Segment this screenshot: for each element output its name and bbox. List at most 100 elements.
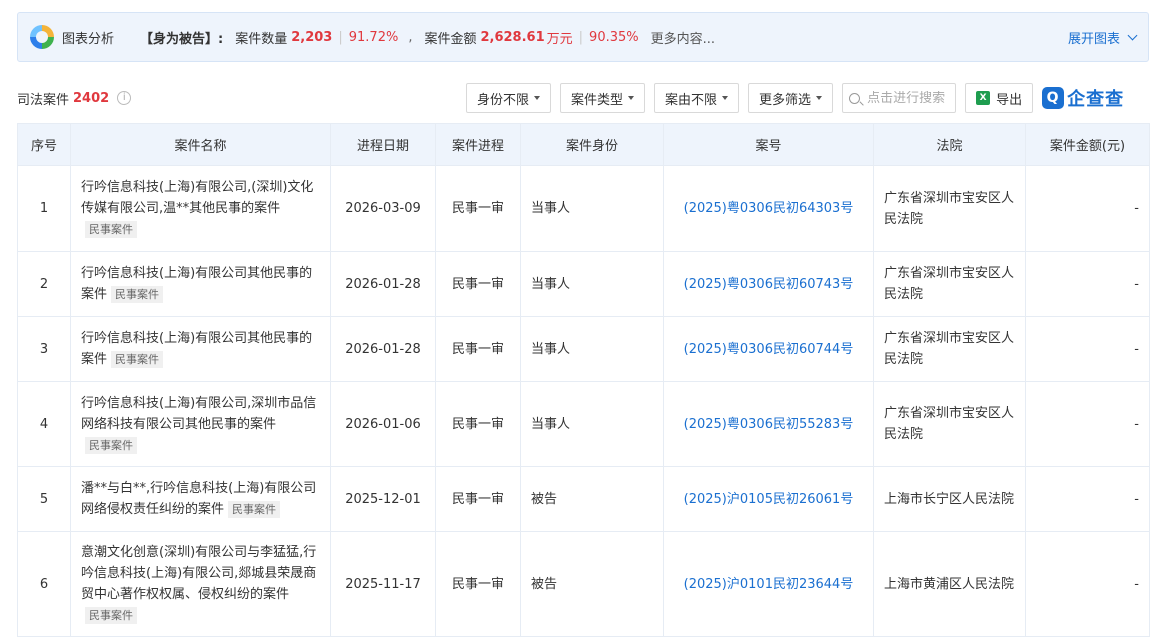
filter-case-type-dropdown[interactable]: 案件类型 (560, 83, 646, 113)
case-stage: 民事一审 (435, 531, 521, 637)
judicial-cases-table: 序号 案件名称 进程日期 案件进程 案件身份 案号 法院 案件金额(元) 1 行… (17, 123, 1150, 637)
case-type-tag: 民事案件 (85, 221, 137, 238)
table-row: 1 行吟信息科技(上海)有限公司,(深圳)文化传媒有限公司,温**其他民事的案件… (17, 165, 1150, 252)
case-name-link[interactable]: 行吟信息科技(上海)有限公司,(深圳)文化传媒有限公司,温**其他民事的案件 (81, 180, 313, 216)
divider: | (338, 29, 343, 45)
case-number-link[interactable]: (2025)沪0101民初23644号 (663, 531, 874, 637)
case-number-link[interactable]: (2025)沪0105民初26061号 (663, 466, 874, 532)
section-title: 司法案件 (17, 92, 70, 108)
filter-label: 身份不限 (477, 92, 530, 108)
row-number: 2 (17, 251, 71, 317)
table-row: 3 行吟信息科技(上海)有限公司其他民事的案件 民事案件 2026-01-28 民… (17, 316, 1150, 382)
process-date: 2026-03-09 (330, 165, 436, 252)
case-role: 当事人 (520, 165, 664, 252)
case-amount: - (1025, 381, 1150, 467)
case-amount: - (1025, 466, 1150, 532)
column-header: 案件进程 (435, 123, 521, 166)
divider: | (578, 29, 584, 45)
case-name-cell: 行吟信息科技(上海)有限公司,深圳市品信网络科技有限公司其他民事的案件民事案件 (70, 381, 331, 467)
export-button[interactable]: X 导出 (965, 83, 1034, 113)
process-date: 2025-12-01 (330, 466, 436, 532)
qichacha-logo-icon: Q (1042, 87, 1065, 109)
column-header[interactable]: 案件金额(元) (1025, 123, 1150, 166)
caret-down-icon (628, 96, 635, 100)
search-box (842, 83, 957, 113)
column-header: 序号 (17, 123, 71, 166)
case-type-tag: 民事案件 (111, 286, 164, 303)
process-date: 2026-01-28 (330, 251, 436, 317)
filter-label: 案件类型 (571, 92, 624, 108)
case-type-tag: 民事案件 (85, 607, 137, 624)
defendant-role-label: 【身为被告】: (140, 31, 224, 47)
column-header: 案件名称 (70, 123, 331, 166)
table-header-row: 序号 案件名称 进程日期 案件进程 案件身份 案号 法院 案件金额(元) (17, 123, 1150, 166)
table-row: 4 行吟信息科技(上海)有限公司,深圳市品信网络科技有限公司其他民事的案件民事案… (17, 381, 1150, 467)
column-header[interactable]: 进程日期 (330, 123, 436, 166)
court-name: 广东省深圳市宝安区人民法院 (873, 316, 1026, 382)
case-stage: 民事一审 (435, 381, 521, 467)
filter-identity-dropdown[interactable]: 身份不限 (466, 83, 552, 113)
info-icon[interactable]: i (117, 91, 132, 105)
column-header: 法院 (873, 123, 1026, 166)
case-role: 被告 (520, 531, 664, 637)
qichacha-logo-text: 企查查 (1067, 89, 1125, 110)
case-number-link[interactable]: (2025)粤0306民初60744号 (663, 316, 874, 382)
filter-cause-dropdown[interactable]: 案由不限 (654, 83, 740, 113)
case-name-link[interactable]: 行吟信息科技(上海)有限公司,深圳市品信网络科技有限公司其他民事的案件 (81, 396, 316, 432)
row-number: 1 (17, 165, 71, 252)
case-amount: - (1025, 531, 1150, 637)
case-number-link[interactable]: (2025)粤0306民初64303号 (663, 165, 874, 252)
table-row: 5 潘**与白**,行吟信息科技(上海)有限公司网络侵权责任纠纷的案件 民事案件 … (17, 466, 1150, 532)
case-amount: - (1025, 316, 1150, 382)
case-name-cell: 潘**与白**,行吟信息科技(上海)有限公司网络侵权责任纠纷的案件 民事案件 (70, 466, 331, 532)
chevron-down-icon (1127, 30, 1138, 40)
case-name-cell: 行吟信息科技(上海)有限公司其他民事的案件 民事案件 (70, 316, 331, 382)
process-date: 2025-11-17 (330, 531, 436, 637)
court-name: 上海市长宁区人民法院 (873, 466, 1026, 532)
search-input[interactable] (867, 90, 954, 106)
filter-more-dropdown[interactable]: 更多筛选 (748, 83, 834, 113)
filter-bar: 身份不限 案件类型 案由不限 更多筛选 X 导出 Q 企查查 (466, 82, 1124, 114)
court-name: 上海市黄浦区人民法院 (873, 531, 1026, 637)
case-stage: 民事一审 (435, 165, 521, 252)
court-name: 广东省深圳市宝安区人民法院 (873, 251, 1026, 317)
process-date: 2026-01-28 (330, 316, 436, 382)
case-name-link[interactable]: 潘**与白**,行吟信息科技(上海)有限公司网络侵权责任纠纷的案件 (81, 481, 316, 517)
case-role: 当事人 (520, 251, 664, 317)
case-stage: 民事一审 (435, 316, 521, 382)
caret-down-icon (816, 96, 823, 100)
filter-label: 案由不限 (665, 92, 718, 108)
case-type-tag: 民事案件 (228, 501, 281, 518)
chart-analysis-icon (30, 25, 54, 49)
column-header: 案号 (663, 123, 874, 166)
expand-chart-button[interactable]: 展开图表 (1067, 28, 1138, 47)
search-icon (849, 92, 861, 104)
case-number-link[interactable]: (2025)粤0306民初55283号 (663, 381, 874, 467)
qichacha-logo: Q 企查查 (1042, 85, 1124, 111)
caret-down-icon (534, 96, 541, 100)
case-number-link[interactable]: (2025)粤0306民初60743号 (663, 251, 874, 317)
case-count-value: 2,203 (291, 29, 333, 45)
chart-analysis-label: 图表分析 (62, 31, 115, 47)
case-amount-unit: 万元 (546, 31, 573, 47)
case-name-link[interactable]: 意潮文化创意(深圳)有限公司与李猛猛,行吟信息科技(上海)有限公司,郯城县荣晟商… (81, 545, 316, 602)
table-row: 6 意潮文化创意(深圳)有限公司与李猛猛,行吟信息科技(上海)有限公司,郯城县荣… (17, 531, 1150, 637)
column-header: 案件身份 (520, 123, 664, 166)
court-name: 广东省深圳市宝安区人民法院 (873, 165, 1026, 252)
case-amount: - (1025, 165, 1150, 252)
chart-analysis-bar: 图表分析 【身为被告】: 案件数量 2,203 | 91.72% , 案件金额 … (17, 12, 1149, 62)
expand-chart-label: 展开图表 (1067, 31, 1120, 47)
case-type-tag: 民事案件 (111, 351, 164, 368)
excel-icon: X (976, 91, 991, 105)
case-role: 当事人 (520, 316, 664, 382)
row-number: 3 (17, 316, 71, 382)
case-role: 当事人 (520, 381, 664, 467)
case-stage: 民事一审 (435, 466, 521, 532)
case-name-cell: 行吟信息科技(上海)有限公司其他民事的案件 民事案件 (70, 251, 331, 317)
filter-label: 更多筛选 (759, 92, 812, 108)
case-amount: - (1025, 251, 1150, 317)
row-number: 6 (17, 531, 71, 637)
process-date: 2026-01-06 (330, 381, 436, 467)
case-role: 被告 (520, 466, 664, 532)
more-content-link[interactable]: 更多内容... (651, 28, 715, 47)
